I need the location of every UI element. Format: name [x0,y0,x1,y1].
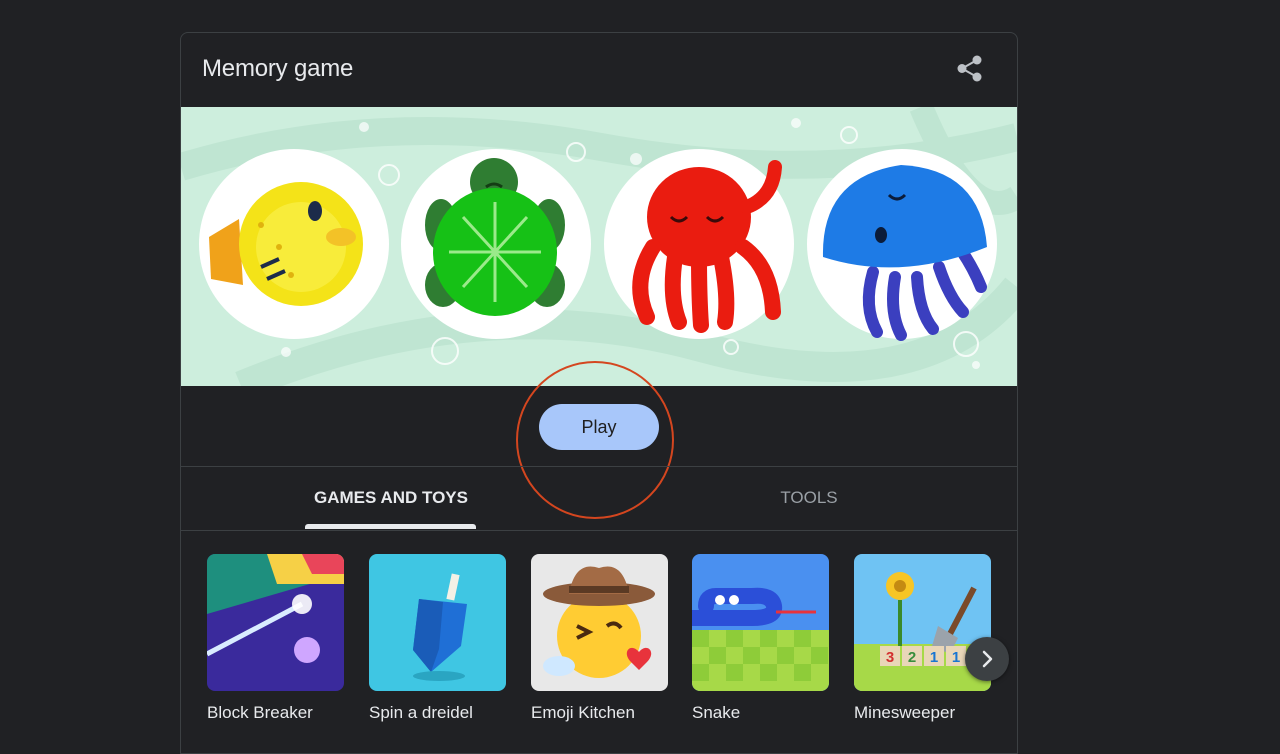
snake-thumbnail [692,554,829,691]
card-header: Memory game [181,33,1017,107]
minesweeper-number: 3 [886,649,894,666]
share-icon[interactable] [954,53,986,85]
minesweeper-number: 2 [908,649,916,666]
memory-game-card: Memory game Play GAMES AND TOYS TOOLS Bl… [180,32,1018,754]
game-card-emoji-kitchen[interactable]: Emoji Kitchen [531,554,668,723]
turtle-tile [401,149,591,339]
dreidel-thumbnail [369,554,506,691]
pufferfish-tile [199,149,389,339]
game-label: Emoji Kitchen [531,703,635,722]
games-carousel: Block Breaker Spin a dreidel Emoji Kitch… [181,554,1017,753]
game-label: Block Breaker [207,703,313,722]
play-area: Play [181,386,1017,466]
octopus-tile [604,149,794,339]
block-breaker-thumbnail [207,554,344,691]
chevron-right-icon [982,650,993,668]
game-card-snake[interactable]: Snake [692,554,829,723]
game-label: Snake [692,703,741,722]
card-title: Memory game [202,55,354,82]
jellyfish-tile [807,149,997,341]
game-card-block-breaker[interactable]: Block Breaker [207,554,344,723]
tab-tools[interactable]: TOOLS [709,467,909,530]
tab-games-and-toys[interactable]: GAMES AND TOYS [291,467,491,530]
play-button[interactable]: Play [539,404,659,450]
minesweeper-number: 1 [952,649,960,666]
category-tabs: GAMES AND TOYS TOOLS [181,466,1017,531]
carousel-next-button[interactable] [965,637,1009,681]
game-label: Spin a dreidel [369,703,473,722]
emoji-kitchen-thumbnail [531,554,668,691]
minesweeper-number: 1 [930,649,938,666]
game-label: Minesweeper [854,703,956,722]
game-card-spin-a-dreidel[interactable]: Spin a dreidel [369,554,506,723]
memory-game-banner[interactable] [181,107,1017,386]
active-tab-indicator [305,524,476,529]
